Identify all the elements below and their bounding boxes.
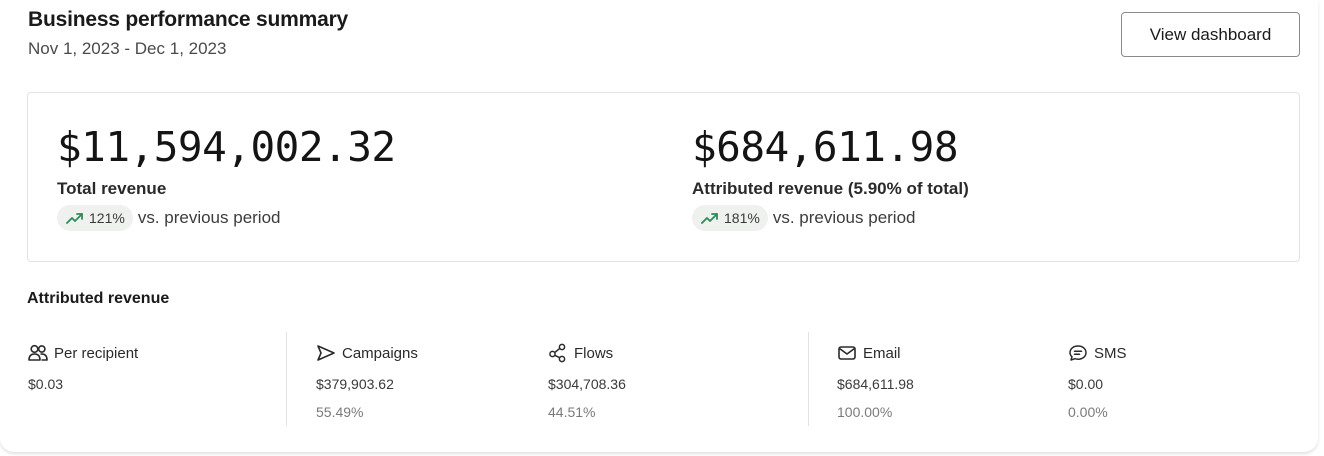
trending-up-icon [66, 213, 83, 224]
flows-icon [549, 343, 566, 363]
kpi-change: 181% vs. previous period [692, 205, 916, 231]
metric-value: $0.03 [28, 376, 64, 392]
change-comparison-text: vs. previous period [772, 208, 916, 227]
metric-value: $0.00 [1068, 376, 1104, 392]
metric-flows: Flows $304,708.36 44.51% [548, 332, 626, 420]
email-icon [838, 346, 856, 360]
metric-name: Email [863, 344, 901, 362]
change-badge: 181% [692, 205, 768, 231]
change-percent: 121% [89, 210, 125, 226]
metric-value: $379,903.62 [316, 376, 394, 392]
business-performance-card: Business performance summary Nov 1, 2023… [0, 0, 1318, 452]
kpi-value: $11,594,002.32 [57, 123, 396, 171]
metric-name: Per recipient [54, 344, 139, 362]
change-percent: 181% [724, 210, 760, 226]
users-icon [28, 344, 48, 361]
date-range: Nov 1, 2023 - Dec 1, 2023 [28, 39, 227, 58]
kpi-panel: $11,594,002.32 Total revenue 121% vs. pr… [27, 92, 1300, 262]
metric-percent: 0.00% [1068, 404, 1108, 420]
change-badge: 121% [57, 205, 133, 231]
change-comparison-text: vs. previous period [137, 208, 281, 227]
metric-percent: 100.00% [837, 404, 893, 420]
attributed-revenue-heading: Attributed revenue [27, 290, 170, 307]
view-dashboard-button[interactable]: View dashboard [1121, 12, 1300, 57]
card-title: Business performance summary [28, 8, 349, 31]
divider [808, 332, 809, 426]
kpi-value: $684,611.98 [692, 123, 959, 171]
metric-percent: 44.51% [548, 404, 596, 420]
divider [286, 332, 287, 426]
metric-value: $304,708.36 [548, 376, 626, 392]
kpi-label: Attributed revenue (5.90% of total) [692, 179, 969, 198]
metric-email: Email $684,611.98 100.00% [837, 332, 914, 421]
send-icon [317, 345, 335, 361]
metric-value: $684,611.98 [837, 376, 914, 392]
kpi-label: Total revenue [57, 179, 167, 198]
metric-sms: SMS $0.00 0.00% [1068, 332, 1127, 421]
metric-name: Campaigns [342, 344, 418, 362]
metric-name: SMS [1094, 344, 1127, 362]
metric-per-recipient: Per recipient $0.03 [28, 332, 139, 393]
metric-name: Flows [574, 344, 614, 362]
attributed-metrics-row: Per recipient $0.03 Campaigns $379,903.6… [0, 332, 1324, 428]
metric-percent: 55.49% [316, 404, 364, 420]
kpi-change: 121% vs. previous period [57, 205, 281, 231]
metric-campaigns: Campaigns $379,903.62 55.49% [316, 332, 418, 421]
sms-icon [1069, 345, 1087, 361]
trending-up-icon [701, 213, 718, 224]
